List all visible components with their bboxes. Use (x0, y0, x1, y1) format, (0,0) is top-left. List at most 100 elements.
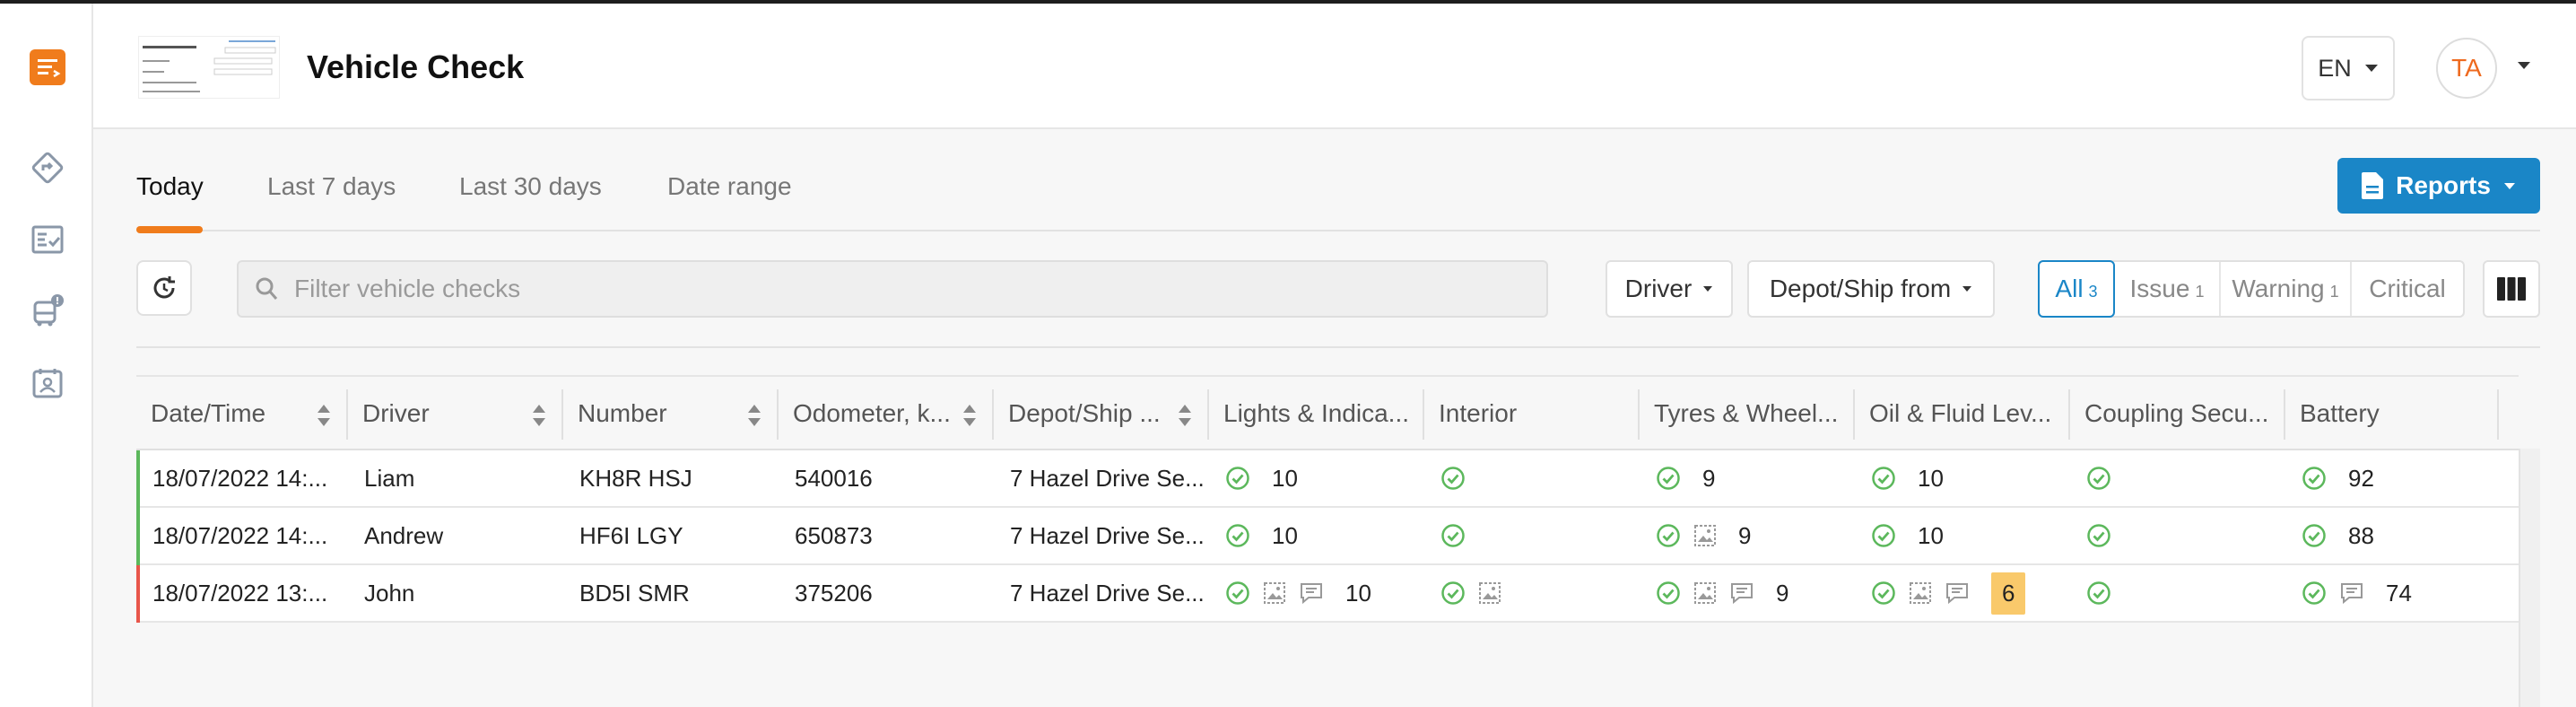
check-circle-icon (1656, 466, 1681, 491)
sort-icon[interactable] (746, 402, 762, 429)
column-separator[interactable] (346, 389, 348, 440)
vertical-scrollbar[interactable] (2519, 449, 2540, 707)
reports-label: Reports (2396, 171, 2491, 199)
column-header-date-time[interactable]: Date/Time (151, 377, 309, 450)
table-row[interactable]: 18/07/2022 13:... John BD5I SMR 375206 7 Haz… (136, 565, 2519, 623)
comment-icon[interactable] (1945, 581, 1970, 605)
tab-last-30-days[interactable]: Last 30 days (459, 172, 602, 201)
check-circle-icon (2302, 580, 2327, 606)
comment-icon[interactable] (1299, 581, 1324, 605)
column-separator[interactable] (1207, 389, 1209, 440)
column-separator[interactable] (561, 389, 563, 440)
checklist-icon[interactable] (29, 221, 66, 258)
status-filter-critical[interactable]: Critical (2352, 262, 2463, 316)
check-circle-icon (1440, 580, 1466, 606)
cell-lights-indicators: 10 (1225, 508, 1421, 563)
status-filter-group: All 3 Issue 1 Warning 1 Critical (2038, 260, 2465, 318)
depot-filter-dropdown[interactable]: Depot/Ship from (1747, 260, 1995, 318)
cell-odometer: 540016 (795, 464, 873, 492)
tab-last-7-days[interactable]: Last 7 days (267, 172, 396, 201)
reports-button[interactable]: Reports (2337, 158, 2540, 214)
search-input[interactable] (294, 262, 1532, 316)
column-header-coupling-security[interactable]: Coupling Secu... (2084, 377, 2278, 450)
table-row[interactable]: 18/07/2022 14:... Liam KH8R HSJ 540016 7 Haz… (136, 450, 2519, 508)
column-separator[interactable] (1638, 389, 1640, 440)
caret-down-icon[interactable] (2517, 61, 2531, 70)
tab-today[interactable]: Today (136, 172, 204, 201)
column-header-oil-fluid-levels[interactable]: Oil & Fluid Lev... (1869, 377, 2063, 450)
image-icon[interactable] (1909, 581, 1932, 605)
column-separator[interactable] (1423, 389, 1424, 440)
status-filter-all[interactable]: All 3 (2038, 260, 2115, 318)
language-label: EN (2318, 54, 2352, 82)
column-layout-button[interactable] (2483, 260, 2540, 318)
comment-icon[interactable] (2339, 581, 2364, 605)
cell-icon-group: 10 (1225, 580, 1371, 607)
logo-icon[interactable] (29, 48, 66, 86)
sort-icon[interactable] (531, 402, 547, 429)
cell-depot: 7 Hazel Drive Se... (1010, 521, 1205, 549)
user-avatar[interactable]: TA (2436, 38, 2497, 99)
check-circle-icon (1656, 523, 1681, 548)
sort-icon[interactable] (316, 402, 332, 429)
row-status-indicator (136, 450, 140, 508)
column-header-tyres-wheels[interactable]: Tyres & Wheel... (1654, 377, 1848, 450)
tabs-divider (136, 230, 2540, 231)
table-row[interactable]: 18/07/2022 14:... Andrew HF6I LGY 650873 7 H… (136, 508, 2519, 565)
check-value: 10 (1272, 521, 1298, 549)
cell-lights-indicators: 10 (1225, 565, 1421, 621)
image-icon[interactable] (1478, 581, 1501, 605)
driver-calendar-icon[interactable] (29, 364, 66, 402)
check-value: 9 (1776, 579, 1789, 607)
column-separator[interactable] (992, 389, 994, 440)
form-thumbnail[interactable] (138, 36, 280, 99)
route-icon[interactable] (29, 149, 66, 187)
column-header-number[interactable]: Number (578, 377, 739, 450)
user-initials: TA (2451, 54, 2482, 82)
column-header-battery[interactable]: Battery (2300, 377, 2493, 450)
driver-filter-dropdown[interactable]: Driver (1606, 260, 1733, 318)
vehicle-alert-icon[interactable] (29, 292, 66, 330)
tab-date-range[interactable]: Date range (667, 172, 792, 201)
column-header-lights-indicators[interactable]: Lights & Indica... (1223, 377, 1417, 450)
search-icon (256, 277, 278, 300)
check-value: 9 (1702, 464, 1716, 492)
status-filter-all-count: 3 (2088, 282, 2098, 301)
cell-oil-fluid-levels: 10 (1871, 508, 2067, 563)
status-filter-warning-label: Warning (2232, 275, 2325, 302)
document-icon (2362, 172, 2384, 199)
comment-icon[interactable] (1729, 581, 1754, 605)
status-filter-warning[interactable]: Warning 1 (2221, 262, 2352, 316)
language-selector[interactable]: EN (2302, 36, 2395, 100)
row-status-indicator (136, 565, 140, 623)
status-filter-issue[interactable]: Issue 1 (2115, 262, 2221, 316)
cell-driver: John (364, 579, 415, 607)
column-separator[interactable] (777, 389, 779, 440)
refresh-button[interactable] (136, 260, 192, 316)
column-separator[interactable] (2284, 389, 2285, 440)
cell-battery: 74 (2302, 565, 2497, 621)
sort-icon[interactable] (962, 402, 978, 429)
cell-icon-group (1440, 580, 1501, 606)
column-header-interior[interactable]: Interior (1439, 377, 1632, 450)
image-icon[interactable] (1693, 524, 1717, 547)
cell-icon-group: 10 (1225, 465, 1298, 493)
sort-icon[interactable] (1177, 402, 1193, 429)
column-header-driver[interactable]: Driver (362, 377, 524, 450)
cell-tyres-wheels: 9 (1656, 450, 1851, 506)
column-separator[interactable] (1853, 389, 1855, 440)
cell-icon-group: 10 (1871, 522, 1944, 550)
image-icon[interactable] (1263, 581, 1286, 605)
column-separator[interactable] (2068, 389, 2070, 440)
check-value: 10 (1918, 521, 1944, 549)
check-value: 92 (2348, 464, 2374, 492)
image-icon[interactable] (1693, 581, 1717, 605)
column-header-odometer[interactable]: Odometer, k... (793, 377, 954, 450)
column-separator[interactable] (2497, 389, 2499, 440)
check-circle-icon (1225, 466, 1250, 491)
search-box (237, 260, 1548, 318)
cell-driver: Liam (364, 464, 415, 492)
active-tab-indicator (136, 226, 203, 233)
column-header-depot[interactable]: Depot/Ship ... (1008, 377, 1170, 450)
cell-number: BD5I SMR (579, 579, 690, 607)
